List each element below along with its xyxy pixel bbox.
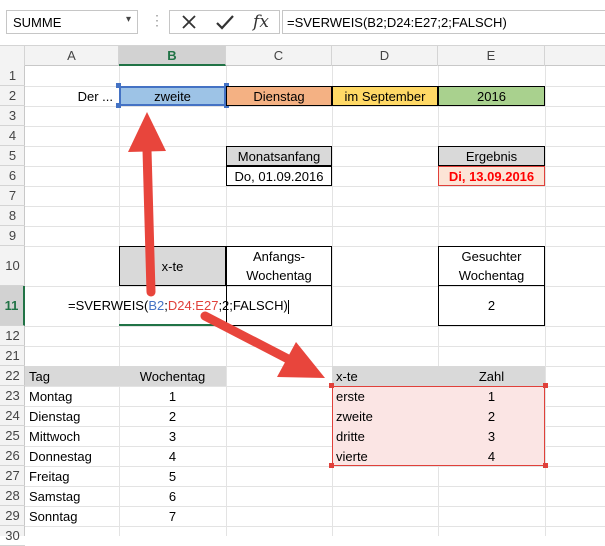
annotation-arrows bbox=[128, 112, 325, 378]
arrow-down-to-range bbox=[200, 311, 325, 378]
arrow-up-to-b2 bbox=[128, 112, 166, 297]
